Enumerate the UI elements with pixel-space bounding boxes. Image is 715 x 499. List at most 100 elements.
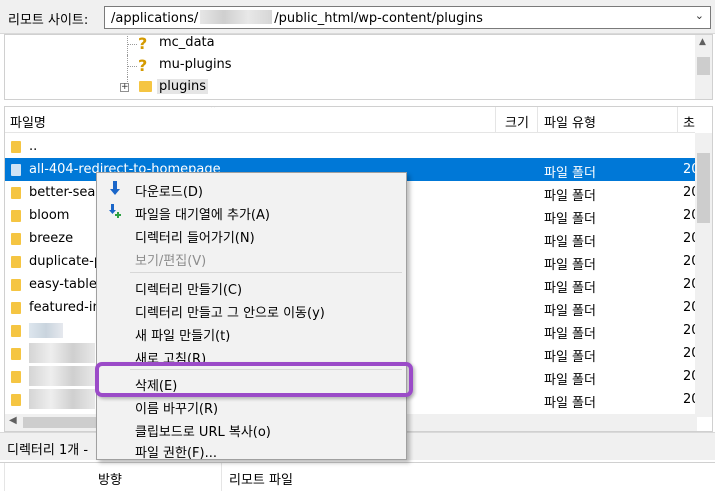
menu-item-file-permissions[interactable]: 파일 권한(F)... — [99, 438, 404, 461]
context-menu: 다운로드(D) 파일을 대기열에 추가(A) 디렉터리 들어가기(N) 보기/편… — [96, 172, 407, 461]
menu-item-create-directory[interactable]: 디렉터리 만들기(C) — [99, 275, 404, 298]
file-type: 파일 폴더 — [544, 281, 596, 296]
remote-path-prefix: /applications/ — [111, 11, 199, 26]
menu-item-label: 이름 바꾸기(R) — [135, 402, 219, 417]
tree-scrollbar[interactable]: ▲ — [695, 35, 712, 99]
file-type: 파일 폴더 — [544, 235, 596, 250]
menu-item-label: 디렉터리 만들고 그 안으로 이동(y) — [135, 306, 325, 321]
file-name: featured-im — [29, 300, 106, 315]
menu-item-create-directory-and-enter[interactable]: 디렉터리 만들고 그 안으로 이동(y) — [99, 298, 404, 321]
file-name: breeze — [29, 231, 74, 246]
menu-item-label: 파일 권한(F)... — [135, 446, 217, 461]
file-list-vertical-scrollbar[interactable] — [695, 133, 712, 417]
tree-item[interactable]: ? mc_data — [5, 34, 695, 55]
sort-ascending-icon: ⌃ — [209, 106, 218, 115]
status-text: 디렉터리 1개 - — [7, 443, 89, 458]
scrollbar-thumb[interactable] — [697, 153, 710, 223]
column-remote-file[interactable]: 리모트 파일 — [229, 469, 293, 488]
file-type: 파일 폴더 — [544, 212, 596, 227]
folder-icon — [11, 233, 21, 245]
table-row[interactable]: .. — [5, 135, 695, 158]
add-to-queue-icon — [109, 204, 121, 218]
file-type: 파일 폴더 — [544, 350, 596, 365]
menu-item-add-to-queue[interactable]: 파일을 대기열에 추가(A) — [99, 200, 404, 223]
remote-path-text[interactable]: /applications/ /public_html/wp-content/pl… — [111, 10, 483, 26]
menu-item-download[interactable]: 다운로드(D) — [99, 177, 404, 200]
scroll-up-icon[interactable]: ▲ — [699, 37, 706, 47]
menu-item-rename[interactable]: 이름 바꾸기(R) — [99, 394, 404, 417]
tree-connector — [127, 44, 137, 45]
file-type: 파일 폴더 — [544, 373, 596, 388]
column-size[interactable]: 크기 — [505, 112, 529, 131]
folder-icon — [11, 371, 21, 383]
folder-icon — [139, 81, 152, 92]
remote-path-combo[interactable]: /applications/ /public_html/wp-content/pl… — [104, 6, 711, 29]
column-name[interactable]: 파일명 — [10, 112, 46, 131]
question-icon: ? — [138, 56, 148, 75]
folder-icon — [11, 302, 21, 314]
question-icon: ? — [138, 34, 148, 53]
scroll-left-icon[interactable]: ◀ — [9, 415, 17, 426]
folder-icon — [11, 141, 21, 153]
menu-item-view-edit: 보기/편집(V) — [99, 246, 404, 269]
file-name: .. — [29, 139, 38, 154]
redacted-text — [29, 323, 63, 338]
menu-item-label: 파일을 대기열에 추가(A) — [135, 208, 270, 223]
column-divider[interactable] — [221, 463, 222, 491]
folder-icon — [11, 325, 21, 337]
file-type: 파일 폴더 — [544, 189, 596, 204]
column-divider[interactable] — [4, 463, 5, 491]
tree-item-label: mc_data — [159, 35, 215, 50]
column-divider[interactable] — [677, 107, 678, 132]
folder-icon — [11, 210, 21, 222]
remote-site-bar: 리모트 사이트: /applications/ /public_html/wp-c… — [0, 0, 715, 34]
directory-tree: ? mc_data ? mu-plugins + plugins ▲ — [4, 34, 713, 100]
column-direction[interactable]: 방향 — [98, 469, 122, 488]
remote-site-label: 리모트 사이트: — [8, 13, 89, 28]
remote-path-suffix: /public_html/wp-content/plugins — [274, 11, 483, 26]
folder-icon — [11, 279, 21, 291]
menu-item-copy-url[interactable]: 클립보드로 URL 복사(o) — [99, 417, 404, 440]
download-arrow-icon — [110, 181, 120, 195]
redacted-text — [200, 10, 273, 24]
file-type: 파일 폴더 — [544, 327, 596, 342]
file-name: easy-table- — [29, 277, 102, 292]
file-type: 파일 폴더 — [544, 304, 596, 319]
file-name: bloom — [29, 208, 70, 223]
tree-item[interactable]: + plugins — [5, 77, 695, 99]
tree-item-label: mu-plugins — [159, 57, 232, 72]
menu-item-label: 디렉터리 들어가기(N) — [135, 231, 255, 246]
highlight-outline — [95, 362, 413, 397]
column-divider[interactable] — [537, 107, 538, 132]
file-type: 파일 폴더 — [544, 258, 596, 273]
folder-icon — [11, 164, 21, 176]
file-type: 파일 폴더 — [544, 396, 596, 411]
menu-item-label: 보기/편집(V) — [135, 254, 207, 269]
chevron-down-icon[interactable]: ⌄ — [695, 9, 704, 22]
tree-item-label: plugins — [157, 79, 208, 94]
menu-item-enter-directory[interactable]: 디렉터리 들어가기(N) — [99, 223, 404, 246]
tree-item[interactable]: ? mu-plugins — [5, 55, 695, 77]
menu-separator — [130, 272, 402, 273]
file-name: better-sear — [29, 185, 101, 200]
file-name: duplicate-p — [29, 254, 103, 269]
column-type[interactable]: 파일 유형 — [544, 112, 596, 131]
menu-item-label: 새 파일 만들기(t) — [135, 329, 231, 344]
redacted-text — [29, 366, 95, 386]
column-divider[interactable] — [495, 107, 496, 132]
menu-item-label: 다운로드(D) — [135, 185, 203, 200]
tree-connector — [127, 66, 137, 67]
scrollbar-thumb[interactable] — [697, 57, 710, 75]
redacted-text — [29, 343, 95, 363]
file-type: 파일 폴더 — [544, 166, 596, 181]
folder-icon — [11, 256, 21, 268]
folder-icon — [11, 187, 21, 199]
folder-icon — [11, 394, 21, 406]
transfer-queue-header: 방향 리모트 파일 — [0, 462, 715, 499]
expand-icon[interactable]: + — [120, 83, 129, 92]
menu-item-label: 디렉터리 만들기(C) — [135, 283, 243, 298]
column-modified[interactable]: 초 — [683, 112, 695, 131]
redacted-text — [29, 389, 95, 409]
menu-item-create-file[interactable]: 새 파일 만들기(t) — [99, 321, 404, 344]
file-list-header: ⌃ 파일명 크기 파일 유형 초 — [5, 107, 695, 133]
